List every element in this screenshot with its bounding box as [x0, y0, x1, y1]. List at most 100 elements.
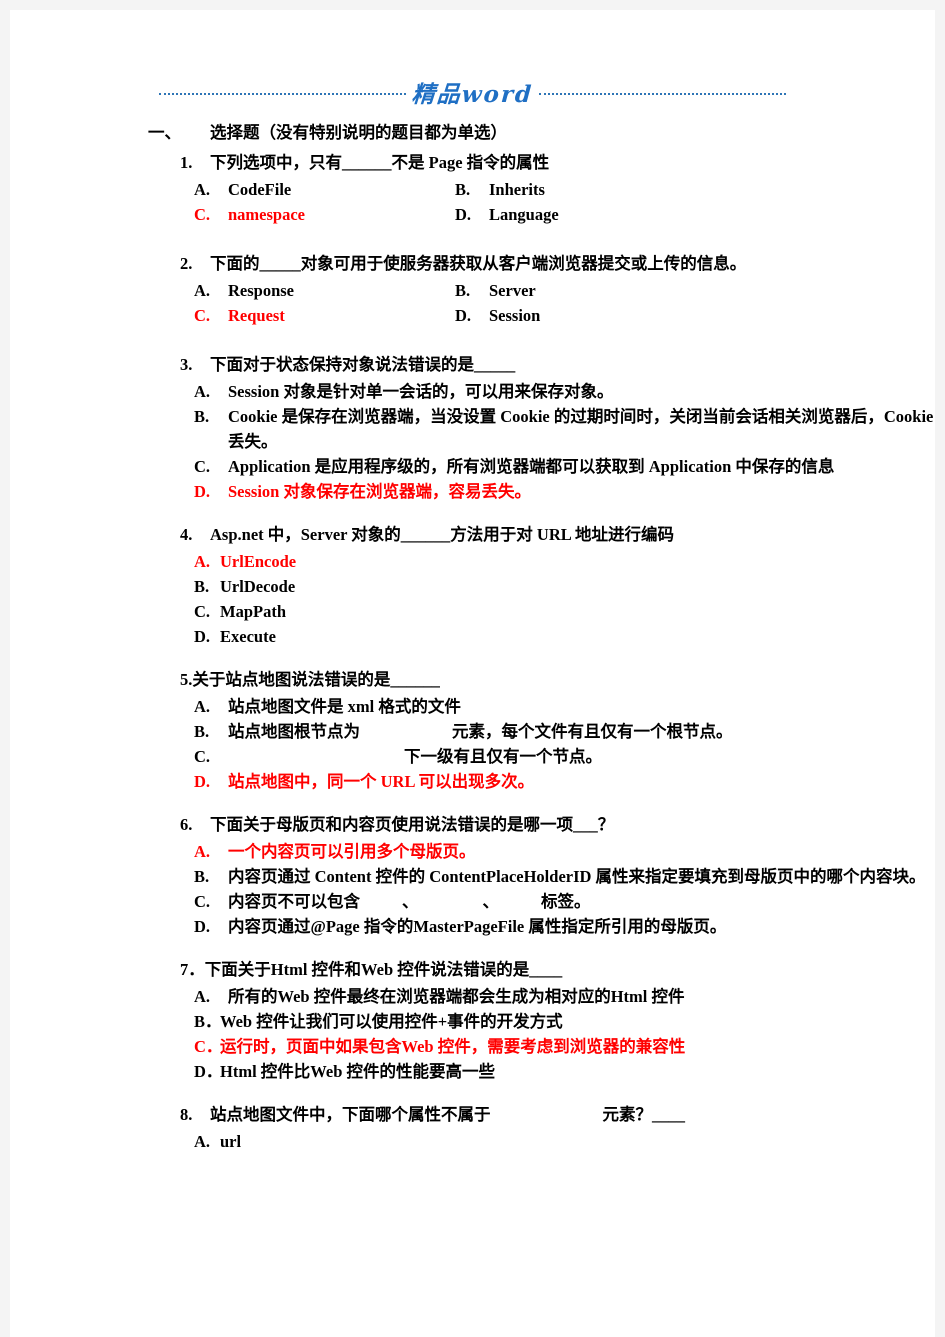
- text-run: Execute: [220, 627, 276, 646]
- option-correct[interactable]: D. 站点地图中，同一个 URL 可以出现多次。: [194, 769, 534, 794]
- question-spacer: [10, 653, 935, 667]
- option[interactable]: A. 站点地图文件是 xml 格式的文件: [194, 694, 461, 719]
- option-row: C. 内容页不可以包含 、 、 标签。: [194, 889, 935, 914]
- option[interactable]: B. Cookie 是保存在浏览器端，当没设置 Cookie 的过期时间时，关闭当…: [194, 404, 935, 454]
- option[interactable]: D. Execute: [194, 624, 276, 649]
- text-run: 内容页不可以包含: [228, 892, 360, 911]
- option[interactable]: C. Application 是应用程序级的，所有浏览器端都可以获取到 Appli…: [194, 454, 834, 479]
- option-row: A. CodeFile B. Inherits: [194, 177, 935, 202]
- option-text: MapPath: [220, 599, 286, 624]
- option[interactable]: D. Language: [455, 202, 935, 227]
- question-stem: 6. 下面关于母版页和内容页使用说法错误的是哪一项___？: [180, 812, 935, 837]
- option-row: D. Session 对象保存在浏览器端，容易丢失。: [194, 479, 935, 504]
- option[interactable]: A. CodeFile: [194, 177, 455, 202]
- question-stem: 4. Asp.net 中，Server 对象的______方法用于对 URL 地址…: [180, 522, 935, 547]
- option-text: url: [220, 1129, 241, 1154]
- option[interactable]: A. 所有的Web 控件最终在浏览器端都会生成为相对应的Html 控件: [194, 984, 685, 1009]
- option-text: namespace: [228, 202, 455, 227]
- option-letter: D.: [194, 482, 211, 501]
- option-correct[interactable]: C. namespace: [194, 202, 455, 227]
- option[interactable]: B. 内容页通过 Content 控件的 ContentPlaceHolderID…: [194, 864, 926, 889]
- text-run: 、: [402, 892, 419, 911]
- option-letter: D.: [194, 772, 211, 791]
- option-correct[interactable]: C． 运行时，页面中如果包含Web 控件，需要考虑到浏览器的兼容性: [194, 1034, 685, 1059]
- option[interactable]: B. 站点地图根节点为 元素，每个文件有且仅有一个根节点。: [194, 719, 733, 744]
- question-spacer: [10, 508, 935, 522]
- text-run: 下列选项中，只有______不是 Page 指令的属性: [210, 153, 550, 172]
- text-run: 内容页通过@Page 指令的MasterPageFile 属性指定所引用的母版页…: [228, 917, 727, 936]
- option-text: Application 是应用程序级的，所有浏览器端都可以获取到 Applica…: [228, 454, 834, 479]
- text-run: Response: [228, 281, 295, 300]
- text-run: Session 对象保存在浏览器端，容易丢失。: [228, 482, 531, 501]
- option-letter: B.: [194, 722, 210, 741]
- text-run: Language: [489, 205, 559, 224]
- document-page: 精品word 一、 选择题（没有特别说明的题目都为单选） 1. 下列选项中，只有_…: [10, 10, 935, 1337]
- question: 8. 站点地图文件中，下面哪个属性不属于 元素？____ A. url: [148, 1102, 935, 1154]
- option-letter: B.: [194, 407, 210, 426]
- question-text: 下面关于Html 控件和Web 控件说法错误的是____: [205, 957, 935, 982]
- option-letter: C.: [194, 892, 211, 911]
- text-run: 元素，每个文件有且仅有一个根节点。: [452, 722, 733, 741]
- option-row: A. 所有的Web 控件最终在浏览器端都会生成为相对应的Html 控件: [194, 984, 935, 1009]
- option[interactable]: A. Response: [194, 278, 455, 303]
- option[interactable]: B． Web 控件让我们可以使用控件+事件的开发方式: [194, 1009, 563, 1034]
- option-row: C. namespace D. Language: [194, 202, 935, 227]
- question-number: 4.: [180, 525, 193, 544]
- option[interactable]: B. Inherits: [455, 177, 935, 202]
- option-row: D. 站点地图中，同一个 URL 可以出现多次。: [194, 769, 935, 794]
- option-letter: B.: [455, 281, 471, 300]
- option-letter: A.: [194, 1132, 211, 1151]
- option-list: A. 所有的Web 控件最终在浏览器端都会生成为相对应的Html 控件 B． Web…: [194, 984, 935, 1084]
- option-row: A. url: [194, 1129, 935, 1154]
- option[interactable]: D. Session: [455, 303, 935, 328]
- text-run: 站点地图文件中，下面哪个属性不属于: [210, 1105, 491, 1124]
- question-spacer: [10, 332, 935, 352]
- question-text: 关于站点地图说法错误的是______: [192, 667, 935, 692]
- question: 5. 关于站点地图说法错误的是______ A. 站点地图文件是 xml 格式的文件 B…: [148, 667, 935, 794]
- option-text: CodeFile: [228, 177, 455, 202]
- option-text: 站点地图文件是 xml 格式的文件: [228, 694, 461, 719]
- text-run: Web 控件让我们可以使用控件+事件的开发方式: [220, 1012, 563, 1031]
- option-correct[interactable]: C. Request: [194, 303, 455, 328]
- option[interactable]: D. 内容页通过@Page 指令的MasterPageFile 属性指定所引用的母…: [194, 914, 726, 939]
- option-list: A. 一个内容页可以引用多个母版页。 B. 内容页通过 Content 控件的 Con…: [194, 839, 935, 939]
- option-text: Cookie 是保存在浏览器端，当没设置 Cookie 的过期时间时，关闭当前会…: [228, 404, 935, 454]
- option-correct[interactable]: D. Session 对象保存在浏览器端，容易丢失。: [194, 479, 531, 504]
- option-letter: D.: [194, 627, 211, 646]
- question-number: 5.: [180, 670, 193, 689]
- option[interactable]: A. Session 对象是针对单一会话的，可以用来保存对象。: [194, 379, 613, 404]
- option-letter: B.: [194, 577, 210, 596]
- question-number: 1.: [180, 153, 193, 172]
- option[interactable]: B. UrlDecode: [194, 574, 295, 599]
- option-letter: C.: [194, 602, 211, 621]
- question-text: 下面对于状态保持对象说法错误的是_____: [210, 352, 935, 377]
- question-stem: 7． 下面关于Html 控件和Web 控件说法错误的是____: [180, 957, 935, 982]
- option-row: A. UrlEncode: [194, 549, 935, 574]
- text-run: 下一级有且仅有一个: [404, 747, 553, 766]
- option[interactable]: C. 下一级有且仅有一个节点。: [194, 744, 602, 769]
- option-correct[interactable]: A. UrlEncode: [194, 549, 296, 574]
- option-letter: D．: [194, 1062, 223, 1081]
- option[interactable]: C. 内容页不可以包含 、 、 标签。: [194, 889, 591, 914]
- option[interactable]: C. MapPath: [194, 599, 286, 624]
- question-stem: 3. 下面对于状态保持对象说法错误的是_____: [180, 352, 935, 377]
- option-text: 运行时，页面中如果包含Web 控件，需要考虑到浏览器的兼容性: [220, 1034, 685, 1059]
- option-text: 所有的Web 控件最终在浏览器端都会生成为相对应的Html 控件: [228, 984, 685, 1009]
- option-text: Language: [489, 202, 935, 227]
- option-text: 下一级有且仅有一个节点。: [228, 744, 602, 769]
- header-dotted-line-right: [539, 93, 787, 95]
- option-row: C. Application 是应用程序级的，所有浏览器端都可以获取到 Appli…: [194, 454, 935, 479]
- option[interactable]: A. url: [194, 1129, 241, 1154]
- question: 1. 下列选项中，只有______不是 Page 指令的属性 A. CodeFile B…: [148, 150, 935, 227]
- option-row: B. 内容页通过 Content 控件的 ContentPlaceHolderID…: [194, 864, 935, 889]
- question-spacer: [10, 943, 935, 957]
- question-text: 下列选项中，只有______不是 Page 指令的属性: [210, 150, 935, 175]
- option[interactable]: D． Html 控件比Web 控件的性能要高一些: [194, 1059, 495, 1084]
- option[interactable]: B. Server: [455, 278, 935, 303]
- text-run: UrlDecode: [220, 577, 296, 596]
- option-text: Session: [489, 303, 935, 328]
- option-list: A. url: [194, 1129, 935, 1154]
- question-stem: 8. 站点地图文件中，下面哪个属性不属于 元素？____: [180, 1102, 935, 1127]
- option-correct[interactable]: A. 一个内容页可以引用多个母版页。: [194, 839, 476, 864]
- page-header: 精品word: [10, 72, 935, 112]
